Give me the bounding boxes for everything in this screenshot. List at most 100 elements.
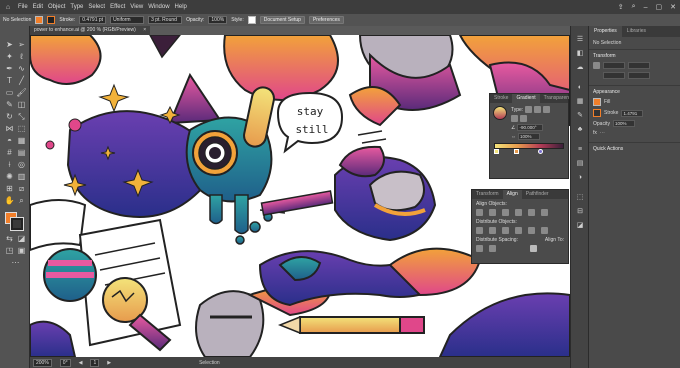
menu-type[interactable]: Type	[70, 4, 83, 10]
distribute-bottom-icon[interactable]	[502, 227, 509, 234]
scale-tool-icon[interactable]: ⤡	[16, 111, 27, 122]
angle-field[interactable]: -90.000°	[517, 124, 544, 131]
stroke-weight-props-field[interactable]: 1.4791	[621, 109, 644, 117]
shape-builder-icon[interactable]: ◓	[4, 135, 15, 146]
selection-tool-icon[interactable]: ➤	[4, 39, 15, 50]
artboard-number-field[interactable]: 1	[90, 358, 100, 367]
more-tools-icon[interactable]: ⋯	[10, 257, 21, 268]
menu-file[interactable]: File	[18, 4, 28, 10]
tab-stroke[interactable]: Stroke	[490, 94, 512, 103]
reference-point-icon[interactable]	[593, 62, 600, 69]
rotation-field[interactable]: 0°	[59, 358, 71, 367]
fill-swatch[interactable]	[35, 16, 44, 24]
menu-object[interactable]: Object	[48, 4, 65, 10]
radial-gradient-icon[interactable]	[534, 106, 542, 113]
tab-align[interactable]: Align	[502, 190, 522, 199]
swap-colors-icon[interactable]: ⇆	[4, 233, 15, 244]
document-setup-button[interactable]: Document Setup	[259, 16, 305, 24]
paintbrush-icon[interactable]: 🖌	[16, 87, 27, 98]
stroke-swatch[interactable]	[47, 16, 56, 24]
stroke-color-box[interactable]	[10, 217, 24, 231]
document-close-icon[interactable]: ×	[143, 27, 146, 33]
y-field[interactable]	[603, 72, 625, 79]
stroke-dock-icon[interactable]: ≡	[575, 144, 585, 154]
symbol-sprayer-icon[interactable]: ✺	[4, 171, 15, 182]
perspective-grid-icon[interactable]: ▦	[16, 135, 27, 146]
more-options-icon[interactable]: ⋯	[600, 130, 605, 136]
tab-transform[interactable]: Transform	[472, 190, 503, 199]
zoom-tool-icon[interactable]: ⌕	[16, 195, 27, 206]
distribute-hspace-icon[interactable]	[489, 245, 496, 252]
color-dock-icon[interactable]: ◐	[575, 82, 585, 92]
tab-properties[interactable]: Properties	[589, 26, 622, 37]
distribute-hcenter-icon[interactable]	[528, 227, 535, 234]
maximize-icon[interactable]: ▢	[656, 3, 663, 11]
align-right-icon[interactable]	[502, 209, 509, 216]
tab-libraries[interactable]: Libraries	[622, 26, 651, 37]
close-icon[interactable]: ✕	[670, 3, 676, 11]
pen-tool-icon[interactable]: ✒	[4, 63, 15, 74]
gradient-stop-3[interactable]	[538, 149, 543, 154]
direct-selection-tool-icon[interactable]: ➢	[16, 39, 27, 50]
preferences-button[interactable]: Preferences	[308, 16, 344, 24]
minimize-icon[interactable]: –	[644, 4, 648, 11]
artboard-nav-prev-icon[interactable]: ◀	[79, 360, 83, 366]
transparency-dock-icon[interactable]: ◑	[575, 172, 585, 182]
symbols-dock-icon[interactable]: ♣	[575, 124, 585, 134]
opacity-props-field[interactable]: 100%	[612, 120, 635, 127]
line-tool-icon[interactable]: ╱	[16, 75, 27, 86]
canvas-area[interactable]: power to enhance.ai @ 200 % (RGB/Preview…	[30, 26, 570, 357]
magic-wand-icon[interactable]: ✦	[4, 51, 15, 62]
distribute-right-icon[interactable]	[541, 227, 548, 234]
pathfinder-dock-icon[interactable]: ◪	[575, 220, 585, 230]
transform-dock-icon[interactable]: ⬚	[575, 192, 585, 202]
menu-effect[interactable]: Effect	[110, 4, 125, 10]
align-left-icon[interactable]	[476, 209, 483, 216]
draw-mode-icon[interactable]: ◳	[4, 245, 15, 256]
align-dock-icon[interactable]: ⊟	[575, 206, 585, 216]
stroke-gradient-along-icon[interactable]	[520, 115, 527, 122]
appearance-stroke-swatch[interactable]	[593, 109, 601, 117]
width-field[interactable]	[628, 62, 650, 69]
menu-help[interactable]: Help	[175, 4, 187, 10]
style-swatch[interactable]	[247, 16, 256, 24]
align-top-icon[interactable]	[515, 209, 522, 216]
stroke-weight-field[interactable]: 0.4791 pt	[79, 16, 107, 24]
tab-transparency[interactable]: Transparen	[540, 94, 570, 103]
home-icon[interactable]: ⌂	[3, 2, 13, 12]
rotate-tool-icon[interactable]: ↻	[4, 111, 15, 122]
blend-tool-icon[interactable]: ◎	[16, 159, 27, 170]
artboard-nav-next-icon[interactable]: ▶	[107, 360, 111, 366]
graph-tool-icon[interactable]: ▥	[16, 171, 27, 182]
hand-tool-icon[interactable]: ✋	[4, 195, 15, 206]
eraser-icon[interactable]: ◫	[16, 99, 27, 110]
height-field[interactable]	[628, 72, 650, 79]
screen-mode-icon[interactable]: ▣	[16, 245, 27, 256]
default-colors-icon[interactable]: ◪	[16, 233, 27, 244]
artboard-tool-icon[interactable]: ⊞	[4, 183, 15, 194]
aspect-ratio-field[interactable]: 100%	[518, 133, 540, 140]
pencil-tool-icon[interactable]: ✎	[4, 99, 15, 110]
gradient-stop-1[interactable]	[494, 149, 499, 154]
lasso-icon[interactable]: ℓ	[16, 51, 27, 62]
appearance-fill-swatch[interactable]	[593, 98, 601, 106]
rectangle-tool-icon[interactable]: ▭	[4, 87, 15, 98]
swatches-dock-icon[interactable]: ▦	[575, 96, 585, 106]
distribute-vcenter-icon[interactable]	[489, 227, 496, 234]
mesh-tool-icon[interactable]: #	[4, 147, 15, 158]
opacity-field[interactable]: 100%	[208, 16, 228, 24]
eyedropper-icon[interactable]: ⟊	[4, 159, 15, 170]
libraries-dock-icon[interactable]: ☁	[575, 62, 585, 72]
distribute-vspace-icon[interactable]	[476, 245, 483, 252]
gradient-preview-swatch[interactable]	[493, 106, 507, 120]
free-transform-icon[interactable]: ⬚	[16, 123, 27, 134]
brush-dropdown[interactable]: 3 pt. Round	[148, 16, 183, 24]
search-icon[interactable]: ⌕	[632, 3, 636, 11]
align-bottom-icon[interactable]	[541, 209, 548, 216]
distribute-top-icon[interactable]	[476, 227, 483, 234]
menu-select[interactable]: Select	[88, 4, 105, 10]
menu-view[interactable]: View	[130, 4, 143, 10]
document-tab[interactable]: power to enhance.ai @ 200 % (RGB/Preview…	[30, 26, 151, 35]
freeform-gradient-icon[interactable]	[543, 106, 551, 113]
gradient-stop-2[interactable]	[514, 149, 519, 154]
